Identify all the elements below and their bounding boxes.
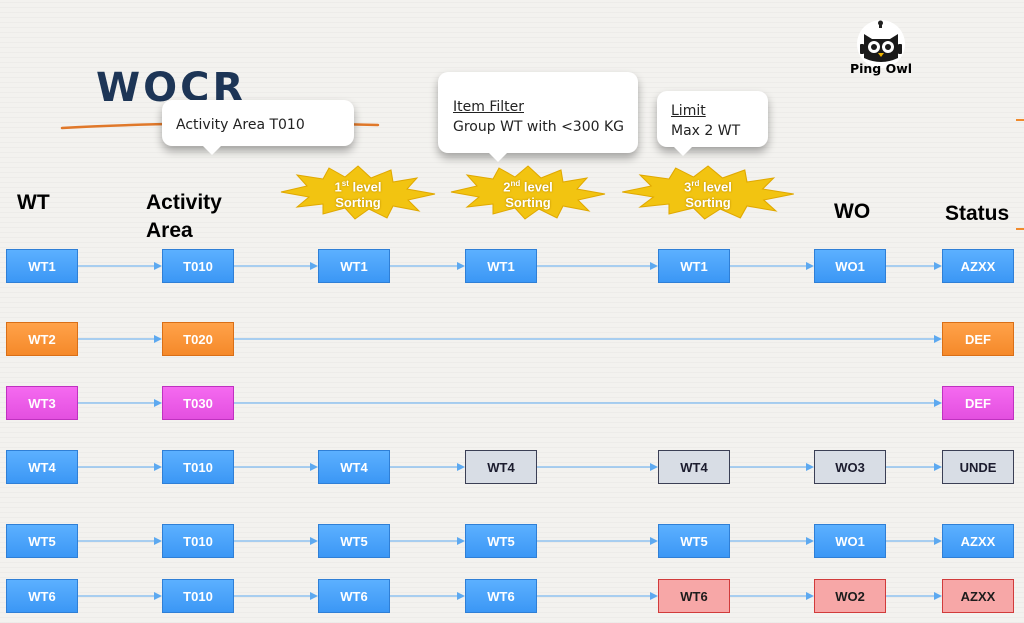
callout-limit-text: Max 2 WT bbox=[671, 123, 741, 139]
sort3-box: WT6 bbox=[658, 579, 730, 613]
callout-tail bbox=[488, 152, 508, 162]
callout-item-filter-text: Group WT with <300 KG bbox=[453, 119, 625, 135]
wo-box: WO3 bbox=[814, 450, 886, 484]
callout-item-filter: Item Filter Group WT with <300 KG bbox=[438, 72, 638, 162]
wocr-diagram: WOCR Ping Owl WT Activity Area WO Status… bbox=[0, 0, 1024, 623]
callout-tail bbox=[202, 145, 222, 155]
activity-area-box: T010 bbox=[162, 249, 234, 283]
sort1-box: WT5 bbox=[318, 524, 390, 558]
activity-area-box: T010 bbox=[162, 579, 234, 613]
sort1-box: WT4 bbox=[318, 450, 390, 484]
status-box: DEF bbox=[942, 322, 1014, 356]
wt-box: WT2 bbox=[6, 322, 78, 356]
sort3-box: WT4 bbox=[658, 450, 730, 484]
sort2-box: WT6 bbox=[465, 579, 537, 613]
activity-area-box: T030 bbox=[162, 386, 234, 420]
burst-word: level bbox=[352, 179, 382, 195]
status-box: AZXX bbox=[942, 524, 1014, 558]
logo-text: Ping Owl bbox=[849, 61, 913, 76]
burst-word: level bbox=[523, 179, 553, 195]
header-activity-line2: Area bbox=[146, 219, 193, 242]
sort2-box: WT4 bbox=[465, 450, 537, 484]
sort1-box: WT1 bbox=[318, 249, 390, 283]
status-box: DEF bbox=[942, 386, 1014, 420]
callout-item-filter-heading: Item Filter bbox=[453, 99, 524, 115]
burst-word: Sorting bbox=[505, 195, 551, 211]
callout-activity-area-text: Activity Area T010 bbox=[176, 117, 305, 133]
callout-tail bbox=[673, 146, 693, 156]
sorting-burst-1: 1st level Sorting bbox=[279, 164, 437, 220]
sorting-burst-3: 3rd level Sorting bbox=[620, 164, 796, 220]
wt-box: WT1 bbox=[6, 249, 78, 283]
burst-word: Sorting bbox=[685, 195, 731, 211]
burst-suffix: st bbox=[341, 179, 349, 188]
edge-accent bbox=[1016, 228, 1024, 230]
wt-box: WT4 bbox=[6, 450, 78, 484]
status-box: UNDE bbox=[942, 450, 1014, 484]
callout-activity-area: Activity Area T010 bbox=[162, 100, 354, 155]
wo-box: WO2 bbox=[814, 579, 886, 613]
sort3-box: WT1 bbox=[658, 249, 730, 283]
burst-suffix: rd bbox=[691, 179, 700, 188]
burst-suffix: nd bbox=[510, 179, 521, 188]
sort2-box: WT1 bbox=[465, 249, 537, 283]
header-status: Status bbox=[945, 202, 1010, 225]
header-activity-line1: Activity bbox=[146, 191, 222, 214]
sorting-burst-2: 2nd level Sorting bbox=[448, 164, 608, 220]
wt-box: WT5 bbox=[6, 524, 78, 558]
header-wo: WO bbox=[834, 200, 871, 223]
sort1-box: WT6 bbox=[318, 579, 390, 613]
callout-limit: Limit Max 2 WT bbox=[657, 91, 768, 156]
activity-area-box: T020 bbox=[162, 322, 234, 356]
burst-word: level bbox=[702, 179, 732, 195]
status-box: AZXX bbox=[942, 579, 1014, 613]
wo-box: WO1 bbox=[814, 524, 886, 558]
status-box: AZXX bbox=[942, 249, 1014, 283]
wo-box: WO1 bbox=[814, 249, 886, 283]
burst-ordinal: 1 bbox=[334, 179, 342, 195]
burst-word: Sorting bbox=[335, 195, 381, 211]
activity-area-box: T010 bbox=[162, 524, 234, 558]
sort3-box: WT5 bbox=[658, 524, 730, 558]
sort2-box: WT5 bbox=[465, 524, 537, 558]
edge-accent bbox=[1016, 119, 1024, 121]
activity-area-box: T010 bbox=[162, 450, 234, 484]
callout-limit-heading: Limit bbox=[671, 103, 706, 119]
wt-box: WT6 bbox=[6, 579, 78, 613]
wt-box: WT3 bbox=[6, 386, 78, 420]
header-wt: WT bbox=[17, 191, 50, 214]
